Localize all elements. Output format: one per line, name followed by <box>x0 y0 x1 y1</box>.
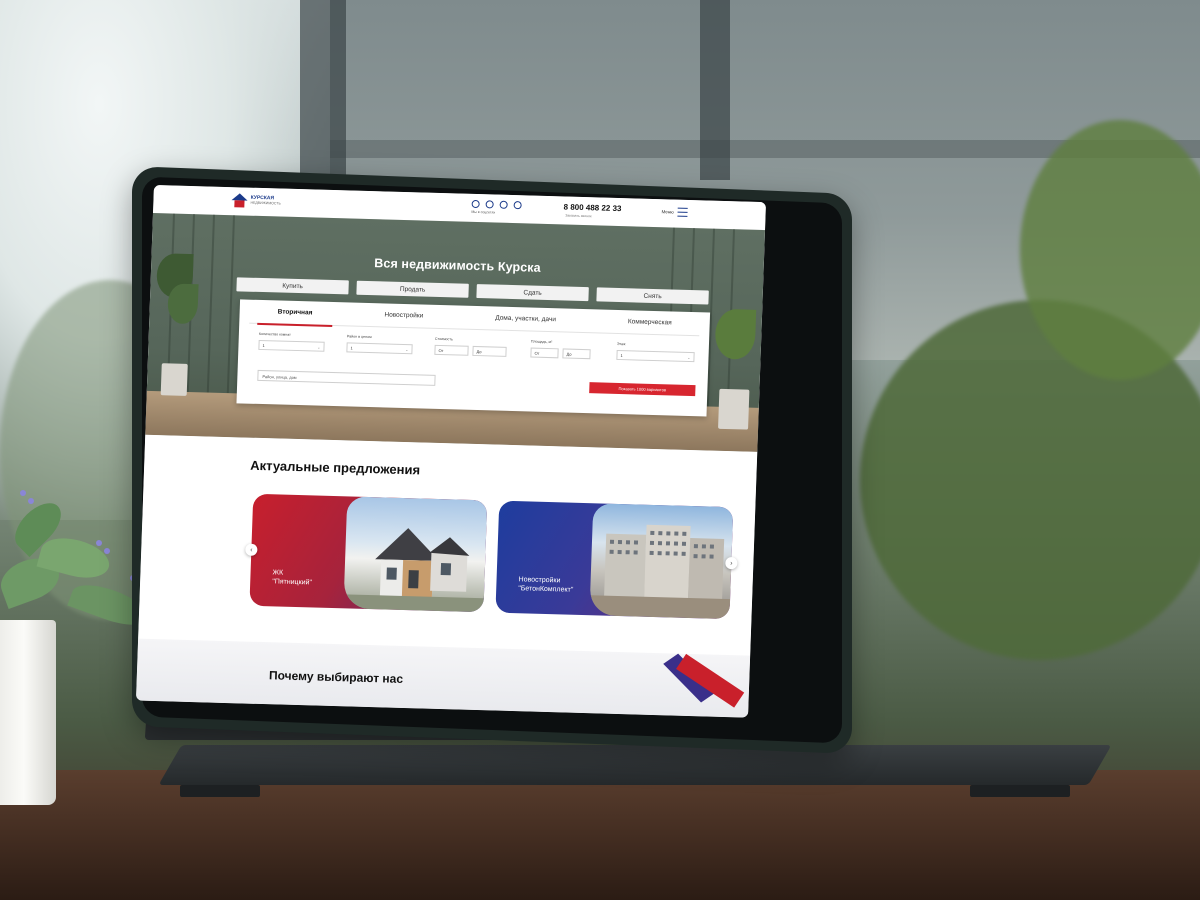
telegram-icon[interactable] <box>485 200 494 209</box>
tab-rent-out[interactable]: Сдать <box>476 284 589 302</box>
area-label: Площадь, м² <box>530 339 553 345</box>
floor-label: Этаж <box>616 341 626 347</box>
hero-section: Вся недвижимость Курска Купить Продать С… <box>145 212 766 452</box>
house-illustration <box>343 528 484 613</box>
district-select[interactable]: 1 ⌄ <box>346 342 413 355</box>
price-from-input[interactable]: От <box>434 344 469 356</box>
district-label: Район в целом <box>346 334 372 340</box>
lavender-flower <box>20 490 26 496</box>
chevron-down-icon: ⌄ <box>405 347 409 353</box>
case-foot <box>970 785 1070 797</box>
price-label: Стоимость <box>434 336 453 342</box>
tab-secondary[interactable]: Вторичная <box>249 308 340 326</box>
lavender-flower <box>104 548 110 554</box>
logo-line2: НЕДВИЖИМОСТЬ <box>250 200 281 206</box>
whatsapp-icon[interactable] <box>499 200 508 209</box>
apartment-complex-illustration <box>589 524 731 620</box>
menu-label: Меню <box>661 209 674 215</box>
house-logo-icon <box>231 193 248 208</box>
hamburger-icon <box>677 207 688 217</box>
flower-pot <box>0 620 56 805</box>
card-line2: "Пятницкий" <box>272 578 313 587</box>
card-line2: "БетонКомплект" <box>518 585 574 594</box>
offer-card-pyatnitsky[interactable]: ЖК "Пятницкий" <box>249 493 488 613</box>
viber-icon[interactable] <box>513 201 522 210</box>
hero-plant <box>167 283 199 325</box>
social-label: Мы в соцсетях <box>471 209 496 215</box>
callback-link[interactable]: Заказать звонок <box>565 214 591 219</box>
offers-section: Актуальные предложения ЖК "Пятницкий" Но… <box>138 434 758 656</box>
chevron-left-icon: ‹ <box>250 546 253 554</box>
price-to-input[interactable]: До <box>472 345 507 357</box>
floor-select[interactable]: 1 ⌄ <box>616 349 695 363</box>
hero-pot <box>160 363 188 396</box>
hero-pot <box>718 388 750 430</box>
chevron-down-icon: ⌄ <box>317 344 321 350</box>
tab-rent[interactable]: Снять <box>596 287 709 305</box>
tablet-device: КУРСКАЯ НЕДВИЖИМОСТЬ Мы в соцсетях 8 800… <box>132 166 852 754</box>
carousel-next-button[interactable]: › <box>725 556 738 570</box>
offer-card-betonkomplekt[interactable]: Новостройки "БетонКомплект" <box>495 500 734 620</box>
tablet-screen: КУРСКАЯ НЕДВИЖИМОСТЬ Мы в соцсетях 8 800… <box>135 185 766 718</box>
address-input[interactable]: Район, улица, дом <box>257 369 436 386</box>
menu-button[interactable]: Меню <box>661 207 688 217</box>
hero-plant <box>714 308 757 360</box>
keyboard-case <box>158 745 1112 785</box>
area-to-input[interactable]: До <box>562 348 591 360</box>
vk-icon[interactable] <box>471 199 480 209</box>
area-from-input[interactable]: От <box>530 347 559 359</box>
site-logo[interactable]: КУРСКАЯ НЕДВИЖИМОСТЬ <box>231 193 281 208</box>
lavender-flower <box>28 498 34 504</box>
offers-title: Актуальные предложения <box>250 457 421 478</box>
case-foot <box>180 785 260 797</box>
tab-buy[interactable]: Купить <box>236 277 349 295</box>
window-frame <box>300 0 346 200</box>
lavender-flower <box>96 540 102 546</box>
tab-houses[interactable]: Дома, участки, дачи <box>467 314 584 332</box>
building-photo <box>589 503 734 620</box>
tab-commercial[interactable]: Коммерческая <box>599 317 699 335</box>
social-links <box>471 199 522 210</box>
rooms-select[interactable]: 1 ⌄ <box>258 339 325 352</box>
house-photo <box>343 496 488 613</box>
search-panel: Вторичная Новостройки Дома, участки, дач… <box>236 299 711 417</box>
chevron-down-icon: ⌄ <box>687 354 691 361</box>
rooms-label: Количество комнат <box>258 331 291 337</box>
tab-new-buildings[interactable]: Новостройки <box>356 311 451 329</box>
why-us-title: Почему выбирают нас <box>268 668 404 686</box>
property-type-tabs: Вторичная Новостройки Дома, участки, дач… <box>249 307 700 337</box>
phone-number[interactable]: 8 800 488 22 33 <box>563 202 621 213</box>
chevron-right-icon: › <box>730 559 733 567</box>
show-results-button[interactable]: Показать 1000 вариантов <box>589 382 696 397</box>
tab-sell[interactable]: Продать <box>356 280 469 298</box>
